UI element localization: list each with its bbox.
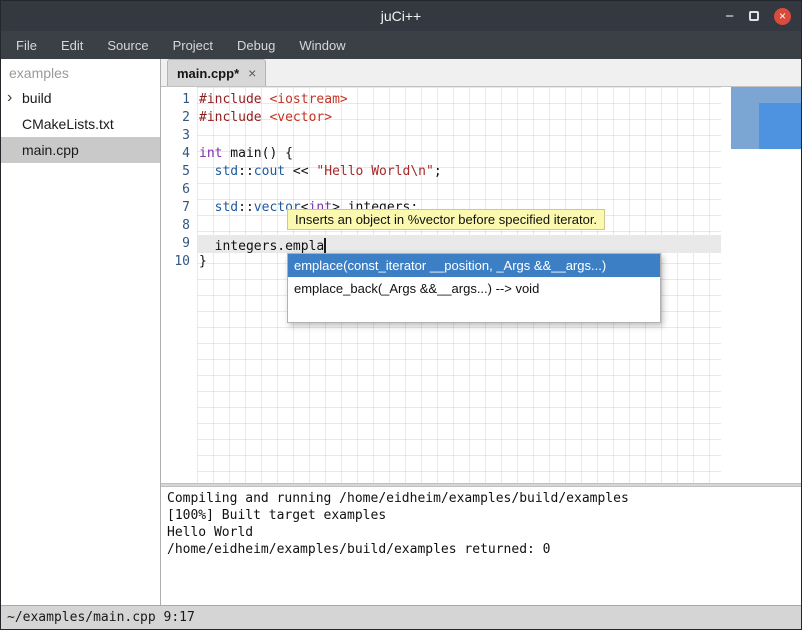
- code-token: "Hello World\n": [316, 164, 433, 179]
- line-number: 10: [161, 253, 197, 271]
- sidebar-item-label: main.cpp: [22, 142, 79, 158]
- output-line: /home/eidheim/examples/build/examples re…: [167, 541, 795, 558]
- menubar: FileEditSourceProjectDebugWindow: [1, 31, 801, 59]
- code-line[interactable]: [197, 181, 721, 199]
- tab-main-cpp[interactable]: main.cpp* ×: [167, 59, 266, 86]
- file-tree-sidebar: examples ›build CMakeLists.txt main.cpp: [1, 59, 161, 605]
- code-line[interactable]: #include <iostream>: [197, 91, 721, 109]
- app-window: juCi++ − × FileEditSourceProjectDebugWin…: [0, 0, 802, 630]
- output-line: [100%] Built target examples: [167, 507, 795, 524]
- output-line: Hello World: [167, 524, 795, 541]
- statusbar: ~/examples/main.cpp 9:17: [1, 605, 801, 629]
- line-number: 3: [161, 127, 197, 145]
- build-output-panel[interactable]: Compiling and running /home/eidheim/exam…: [161, 487, 801, 605]
- code-token: }: [199, 254, 207, 269]
- editor-scrollbar[interactable]: [731, 87, 801, 149]
- line-number: 4: [161, 145, 197, 163]
- output-line: Compiling and running /home/eidheim/exam…: [167, 490, 795, 507]
- window-title: juCi++: [381, 8, 421, 24]
- code-line[interactable]: int main() {: [197, 145, 721, 163]
- code-token: int: [199, 146, 222, 161]
- menu-item-file[interactable]: File: [4, 31, 49, 59]
- code-token: #include: [199, 110, 269, 125]
- line-number: 9: [161, 235, 197, 253]
- code-token: std: [215, 164, 238, 179]
- sidebar-item-build[interactable]: ›build: [1, 85, 160, 111]
- code-line[interactable]: integers.empla: [197, 235, 721, 253]
- chevron-right-icon[interactable]: ›: [7, 90, 22, 106]
- editor-column: main.cpp* × 12345678910 #include <iostre…: [161, 59, 801, 605]
- close-icon: ×: [779, 10, 786, 22]
- code-token: std: [215, 200, 238, 215]
- menu-item-debug[interactable]: Debug: [225, 31, 287, 59]
- code-token: <vector>: [269, 110, 332, 125]
- maximize-icon: [749, 11, 759, 21]
- line-number: 8: [161, 217, 197, 235]
- tab-close-icon[interactable]: ×: [248, 66, 256, 80]
- code-editor[interactable]: 12345678910 #include <iostream>#include …: [161, 87, 801, 483]
- window-controls: − ×: [725, 1, 791, 31]
- maximize-button[interactable]: [749, 11, 759, 21]
- menu-item-edit[interactable]: Edit: [49, 31, 95, 59]
- line-number: 2: [161, 109, 197, 127]
- code-token: #include: [199, 92, 269, 107]
- code-token: ::: [238, 164, 254, 179]
- sidebar-item-label: CMakeLists.txt: [22, 116, 114, 132]
- minimize-icon: −: [725, 8, 734, 25]
- menu-item-source[interactable]: Source: [95, 31, 160, 59]
- completion-item[interactable]: emplace_back(_Args &&__args...) --> void: [288, 277, 660, 300]
- project-name-header: examples: [1, 59, 160, 85]
- tabbar: main.cpp* ×: [161, 59, 801, 87]
- code-line[interactable]: std::cout << "Hello World\n";: [197, 163, 721, 181]
- line-number: 6: [161, 181, 197, 199]
- scrollbar-thumb[interactable]: [759, 103, 801, 149]
- code-token: [199, 164, 215, 179]
- file-tree: ›build CMakeLists.txt main.cpp: [1, 85, 160, 163]
- status-file-position: ~/examples/main.cpp 9:17: [7, 610, 195, 625]
- sidebar-item-label: build: [22, 90, 52, 106]
- doc-tooltip: Inserts an object in %vector before spec…: [287, 209, 605, 230]
- minimize-button[interactable]: −: [725, 9, 734, 24]
- line-number: 7: [161, 199, 197, 217]
- completion-popup: emplace(const_iterator __position, _Args…: [287, 253, 661, 323]
- tab-label: main.cpp*: [177, 66, 239, 81]
- code-token: main() {: [222, 146, 292, 161]
- code-token: ;: [434, 164, 442, 179]
- code-token: <iostream>: [269, 92, 347, 107]
- code-line[interactable]: [197, 127, 721, 145]
- line-number: 1: [161, 91, 197, 109]
- code-token: cout: [254, 164, 285, 179]
- menu-item-project[interactable]: Project: [161, 31, 225, 59]
- menu-item-window[interactable]: Window: [287, 31, 357, 59]
- sidebar-item-cmakelists-txt[interactable]: CMakeLists.txt: [1, 111, 160, 137]
- close-button[interactable]: ×: [774, 8, 791, 25]
- main-area: examples ›build CMakeLists.txt main.cpp ma…: [1, 59, 801, 605]
- completion-item[interactable]: emplace(const_iterator __position, _Args…: [288, 254, 660, 277]
- code-token: integers.empla: [199, 239, 324, 254]
- titlebar: juCi++ − ×: [1, 1, 801, 31]
- line-number: 5: [161, 163, 197, 181]
- code-line[interactable]: #include <vector>: [197, 109, 721, 127]
- text-cursor: [324, 238, 326, 253]
- code-token: <<: [285, 164, 316, 179]
- code-token: ::: [238, 200, 254, 215]
- line-number-gutter: 12345678910: [161, 87, 197, 483]
- code-token: [199, 200, 215, 215]
- sidebar-item-main-cpp[interactable]: main.cpp: [1, 137, 160, 163]
